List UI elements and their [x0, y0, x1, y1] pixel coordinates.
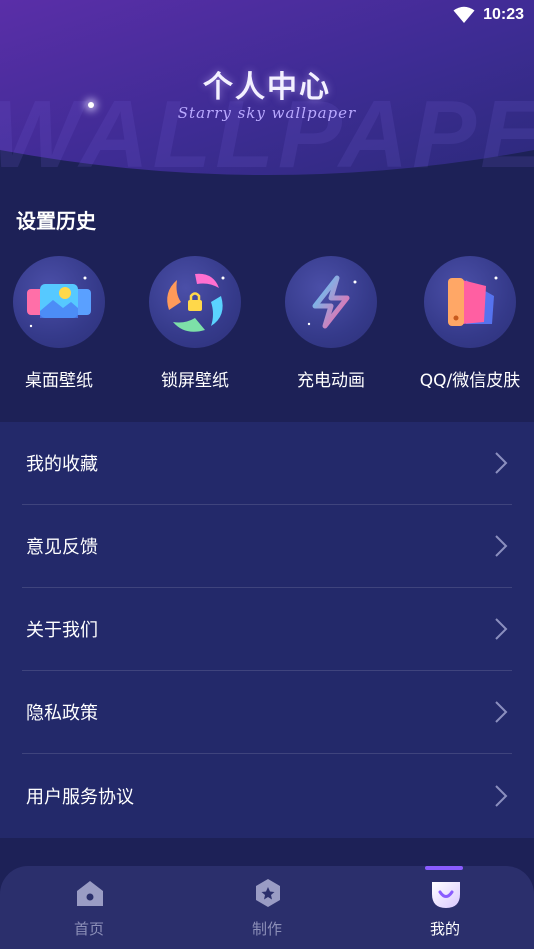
- nav-label: 制作: [251, 920, 282, 938]
- nav-item-mine[interactable]: 我的: [385, 866, 505, 949]
- nav-item-home[interactable]: 首页: [29, 866, 149, 949]
- menu-item-label: 隐私政策: [26, 703, 98, 724]
- nav-label: 我的: [429, 920, 460, 938]
- profile-icon: [432, 882, 460, 908]
- wifi-icon: [453, 6, 475, 23]
- history-item-label: 桌面壁纸: [25, 371, 93, 391]
- menu-item-favorites[interactable]: 我的收藏: [22, 422, 512, 505]
- history-item-label: 充电动画: [297, 371, 365, 391]
- history-item-label: 锁屏壁纸: [161, 371, 229, 391]
- history-item-lock-screen[interactable]: 锁屏壁纸: [130, 256, 260, 391]
- history-section-title: 设置历史: [16, 209, 96, 233]
- history-item-label: QQ/微信皮肤: [419, 371, 521, 391]
- active-tab-indicator: [425, 866, 463, 870]
- charging-bolt-icon: [285, 256, 377, 348]
- menu-item-label: 我的收藏: [26, 454, 98, 475]
- menu-item-user-agreement[interactable]: 用户服务协议: [22, 754, 512, 837]
- bottom-nav: 首页 制作 我的: [0, 866, 534, 949]
- menu-item-feedback[interactable]: 意见反馈: [22, 505, 512, 588]
- chevron-right-icon: [495, 701, 508, 723]
- page-title: 个人中心: [203, 70, 331, 105]
- status-time: 10:23: [483, 6, 524, 23]
- menu-item-label: 用户服务协议: [26, 786, 134, 808]
- page-subtitle: Starry sky wallpaper: [177, 104, 357, 122]
- lock-screen-icon: [149, 256, 241, 348]
- status-bar: 10:23: [453, 4, 524, 26]
- menu-item-privacy-policy[interactable]: 隐私政策: [22, 671, 512, 754]
- nav-label: 首页: [73, 920, 104, 938]
- create-icon: [256, 879, 280, 907]
- nav-item-create[interactable]: 制作: [207, 866, 327, 949]
- menu-item-label: 意见反馈: [26, 537, 98, 558]
- home-icon: [77, 881, 103, 906]
- menu-item-label: 关于我们: [26, 620, 98, 641]
- history-item-charging-animation[interactable]: 充电动画: [266, 256, 396, 391]
- palette-icon: [424, 256, 516, 348]
- history-item-qq-wechat-skin[interactable]: QQ/微信皮肤: [405, 256, 534, 391]
- chevron-right-icon: [495, 452, 508, 474]
- settings-menu: 我的收藏 意见反馈 关于我们 隐私政策 用户服务协议: [0, 422, 534, 838]
- menu-item-about-us[interactable]: 关于我们: [22, 588, 512, 671]
- desktop-wallpaper-icon: [13, 256, 105, 348]
- profile-header: WALLPAPER 个人中心 Starry sky wallpaper: [0, 0, 534, 190]
- chevron-right-icon: [495, 618, 508, 640]
- chevron-right-icon: [495, 784, 508, 807]
- history-item-desktop-wallpaper[interactable]: 桌面壁纸: [0, 256, 124, 391]
- chevron-right-icon: [495, 535, 508, 557]
